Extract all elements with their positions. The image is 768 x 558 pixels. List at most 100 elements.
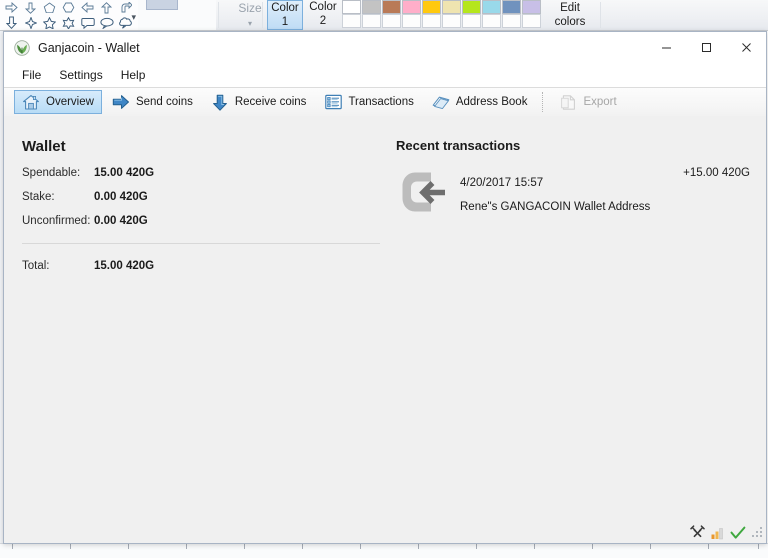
color2-label-line2: 2 [319, 15, 327, 27]
ribbon-separator-3 [600, 2, 601, 28]
toolbar-button-label: Receive coins [234, 96, 307, 108]
transaction-amount: +15.00 420G [683, 167, 750, 179]
hexagon-shape[interactable] [59, 0, 78, 15]
wallet-balance-panel: Wallet Spendable: 15.00 420G Stake: 0.00 42… [22, 138, 382, 284]
palette-row-custom[interactable] [342, 14, 542, 28]
balance-row: Stake: 0.00 420G [22, 191, 382, 203]
five-point-star-shape[interactable] [40, 15, 59, 30]
toolbar-button-send-coins[interactable]: Send coins [104, 90, 201, 114]
color-swatch-8[interactable] [502, 0, 521, 14]
paint-shapes-gallery[interactable]: ▾ [0, 0, 139, 30]
shapes-row-1[interactable] [0, 0, 138, 15]
export-page-icon [559, 93, 577, 111]
color-swatch-3[interactable] [402, 14, 421, 28]
color-swatch-5[interactable] [442, 14, 461, 28]
toolbar-button-label: Overview [46, 96, 94, 108]
toolbar-separator [542, 92, 544, 112]
color-swatch-9[interactable] [522, 14, 541, 28]
title-bar[interactable]: Ganjacoin - Wallet [4, 32, 766, 63]
minimize-button[interactable] [646, 32, 686, 63]
pentagon-shape[interactable] [40, 0, 59, 15]
arrow-right-icon [112, 93, 130, 111]
color-swatch-7[interactable] [482, 14, 501, 28]
wallet-window: Ganjacoin - Wallet File Settings Help Over… [3, 31, 767, 544]
network-signal-icon[interactable] [709, 525, 726, 541]
paint-color1-button[interactable]: Color 1 [267, 0, 303, 30]
transaction-row[interactable]: 4/20/2017 15:57 +15.00 420G Rene"s GANGACO… [396, 167, 754, 217]
four-point-star-shape[interactable] [21, 15, 40, 30]
total-row: Total: 15.00 420G [22, 260, 382, 272]
toolbar-button-label: Send coins [135, 96, 193, 108]
balance-value: 0.00 420G [94, 215, 148, 227]
arrow-left-shape[interactable] [78, 0, 97, 15]
menu-item-settings[interactable]: Settings [50, 65, 111, 85]
arrow-down-block-shape[interactable] [2, 15, 21, 30]
shapes-row-2[interactable]: ▾ [0, 13, 138, 30]
paint-truncated-control[interactable] [146, 0, 178, 10]
chevron-down-icon: ▾ [247, 19, 252, 28]
toolbar-button-receive-coins[interactable]: Receive coins [203, 90, 315, 114]
menu-item-help[interactable]: Help [112, 65, 155, 85]
toolbar-button-label: Transactions [348, 96, 414, 108]
toolbar-button-export: Export [551, 90, 624, 114]
color-swatch-3[interactable] [402, 0, 421, 14]
color-swatch-0[interactable] [342, 14, 361, 28]
sync-check-icon[interactable] [729, 525, 746, 541]
list-icon [324, 93, 342, 111]
balance-row: Spendable: 15.00 420G [22, 167, 382, 179]
arrow-right-shape[interactable] [2, 0, 21, 15]
mining-tools-icon[interactable] [689, 525, 706, 541]
paint-color2-button[interactable]: Color 2 [305, 0, 341, 30]
toolbar-button-address-book[interactable]: Address Book [424, 90, 536, 114]
balance-value: 0.00 420G [94, 191, 148, 203]
wallet-panel-title: Wallet [22, 138, 66, 155]
size-label: Size [238, 1, 262, 15]
balance-label: Unconfirmed: [22, 215, 91, 227]
paint-edit-colors-button[interactable]: Edit colors [546, 1, 594, 29]
six-point-star-shape[interactable] [59, 15, 78, 30]
maximize-button[interactable] [686, 32, 726, 63]
paint-size-button[interactable]: Size ▾ [228, 0, 272, 30]
color-swatch-9[interactable] [522, 0, 541, 14]
color-swatch-0[interactable] [342, 0, 361, 14]
transaction-address: Rene"s GANGACOIN Wallet Address [460, 201, 651, 213]
color-swatch-6[interactable] [462, 14, 481, 28]
close-button[interactable] [726, 32, 766, 63]
recent-transactions-panel: Recent transactions 4/20/2017 15:57 +15.0… [396, 138, 754, 217]
color-swatch-2[interactable] [382, 14, 401, 28]
paint-horizontal-ruler [0, 543, 768, 558]
balance-rows: Spendable: 15.00 420G Stake: 0.00 420G Uncon… [22, 167, 382, 227]
resize-grip[interactable] [752, 526, 764, 539]
color-swatch-6[interactable] [462, 0, 481, 14]
menu-item-file[interactable]: File [13, 65, 50, 85]
toolbar-button-transactions[interactable]: Transactions [316, 90, 421, 114]
callout-oval-shape[interactable] [97, 15, 116, 30]
shapes-gallery-more-icon[interactable]: ▾ [131, 13, 136, 22]
toolbar-button-overview[interactable]: Overview [14, 90, 102, 114]
color-swatch-1[interactable] [362, 0, 381, 14]
color-swatch-7[interactable] [482, 0, 501, 14]
balance-value: 15.00 420G [94, 167, 155, 179]
color-swatch-1[interactable] [362, 14, 381, 28]
edit-colors-line2: colors [554, 16, 586, 28]
callout-rounded-shape[interactable] [78, 15, 97, 30]
ribbon-separator-1 [218, 2, 219, 28]
paint-color-palette[interactable] [342, 0, 542, 28]
transaction-list: 4/20/2017 15:57 +15.00 420G Rene"s GANGACO… [396, 167, 754, 217]
transaction-body: 4/20/2017 15:57 +15.00 420G Rene"s GANGACO… [450, 167, 754, 213]
color-swatch-5[interactable] [442, 0, 461, 14]
arrow-up-shape[interactable] [97, 0, 116, 15]
arrow-down-shape[interactable] [21, 0, 40, 15]
palette-row-standard[interactable] [342, 0, 542, 14]
color-swatch-4[interactable] [422, 0, 441, 14]
color-swatch-2[interactable] [382, 0, 401, 14]
menu-bar: File Settings Help [4, 63, 766, 88]
total-label: Total: [22, 260, 50, 272]
total-value: 15.00 420G [94, 260, 155, 272]
color-swatch-8[interactable] [502, 14, 521, 28]
color-swatch-4[interactable] [422, 14, 441, 28]
balance-label: Spendable: [22, 167, 81, 179]
toolbar-button-label: Export [583, 96, 617, 108]
status-bar [4, 522, 766, 543]
paint-ribbon: ▾ Size ▾ Color 1 Color 2 Edit colors [0, 0, 768, 31]
